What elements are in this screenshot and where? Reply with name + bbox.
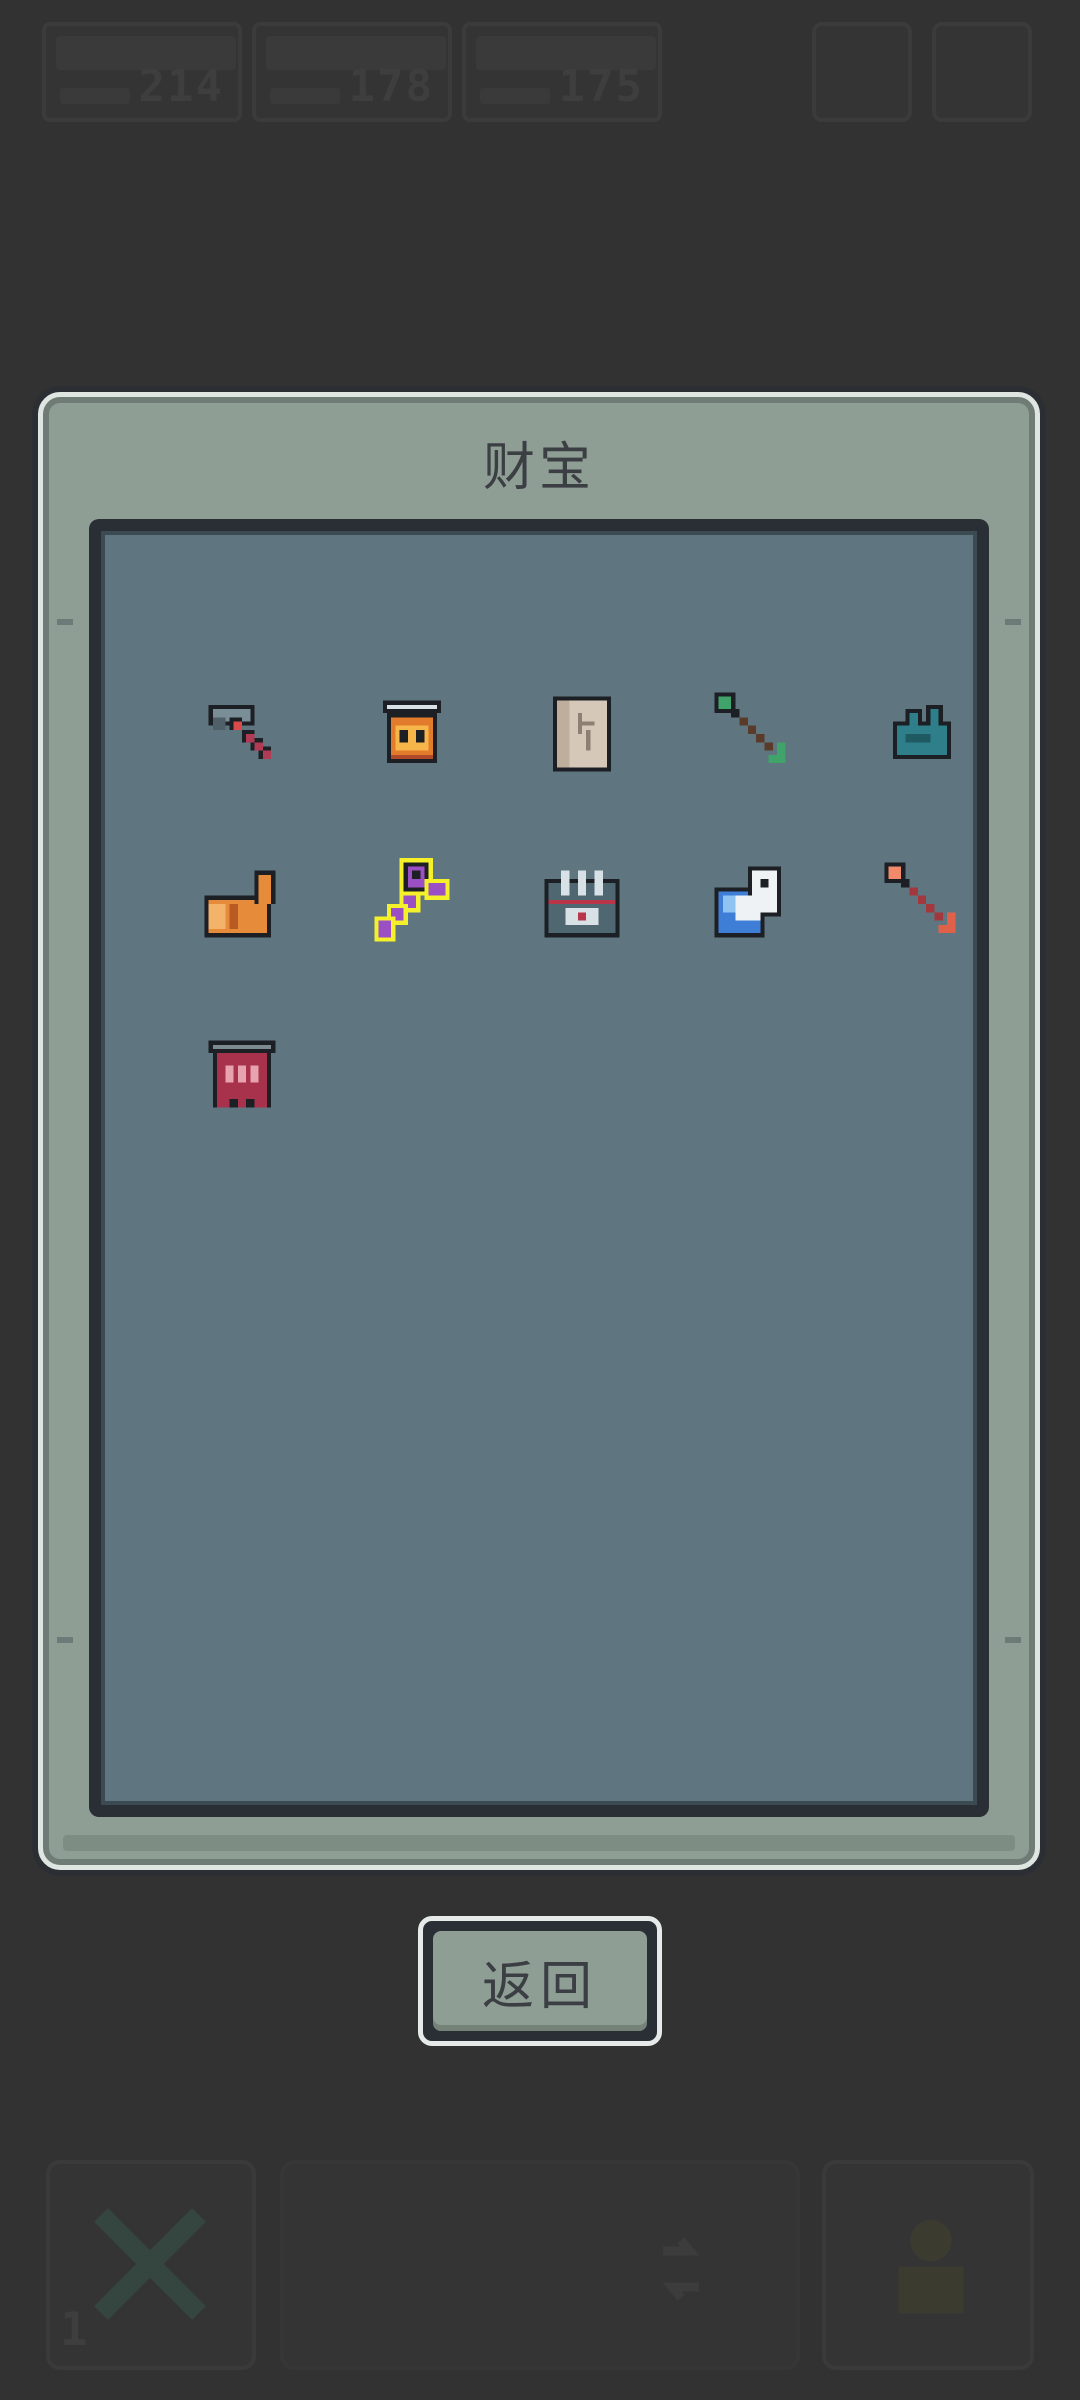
bottom-button-left: 1 <box>46 2160 256 2370</box>
top-button-1 <box>812 22 912 122</box>
return-button-face: 返回 <box>433 1931 647 2031</box>
bottom-left-tag: 1 <box>60 2302 88 2356</box>
treasure-slot-red-arrow[interactable] <box>867 849 977 959</box>
stat-box-1: 214 <box>42 22 242 122</box>
purple-key-icon <box>374 858 450 942</box>
hammer-icon <box>208 704 272 759</box>
treasure-slot-chest[interactable] <box>527 849 637 959</box>
treasure-slot-red-banner[interactable] <box>187 1019 297 1129</box>
treasure-slot-green-arrow[interactable] <box>697 679 807 789</box>
return-button[interactable]: 返回 <box>418 1916 662 2046</box>
treasure-slot-teal-feather[interactable] <box>867 679 977 789</box>
treasure-slot-horn[interactable] <box>187 849 297 959</box>
chest-icon <box>544 870 620 938</box>
stat-box-2: 178 <box>252 22 452 122</box>
swap-icon <box>662 2237 700 2301</box>
treasure-grid <box>89 519 989 1817</box>
crossed-swords-icon <box>94 2208 206 2320</box>
panel-title: 财宝 <box>482 438 595 498</box>
horn-icon <box>204 870 276 938</box>
green-arrow-icon <box>714 692 786 764</box>
teal-feather-icon <box>892 704 952 759</box>
treasure-panel: 财宝 <box>38 392 1040 1870</box>
stat-value-2: 178 <box>348 61 434 112</box>
stat-value-1: 214 <box>138 61 224 112</box>
stat-box-3: 175 <box>462 22 662 122</box>
lantern-icon <box>382 700 442 764</box>
ghost-orb-icon <box>714 866 782 938</box>
red-arrow-icon <box>884 862 956 934</box>
treasure-slot-scroll[interactable] <box>527 679 637 789</box>
treasure-slot-purple-key-selected[interactable] <box>357 849 467 959</box>
bottom-button-right <box>822 2160 1034 2370</box>
character-icon <box>898 2219 964 2314</box>
scroll-icon <box>552 696 612 772</box>
treasure-slot-hammer[interactable] <box>187 679 297 789</box>
bottom-button-center <box>280 2160 800 2370</box>
red-banner-icon <box>208 1040 276 1108</box>
return-button-label: 返回 <box>481 1956 598 2017</box>
treasure-slot-lantern[interactable] <box>357 679 467 789</box>
treasure-slot-ghost-orb[interactable] <box>697 849 807 959</box>
stat-value-3: 175 <box>558 61 644 112</box>
top-button-2 <box>932 22 1032 122</box>
